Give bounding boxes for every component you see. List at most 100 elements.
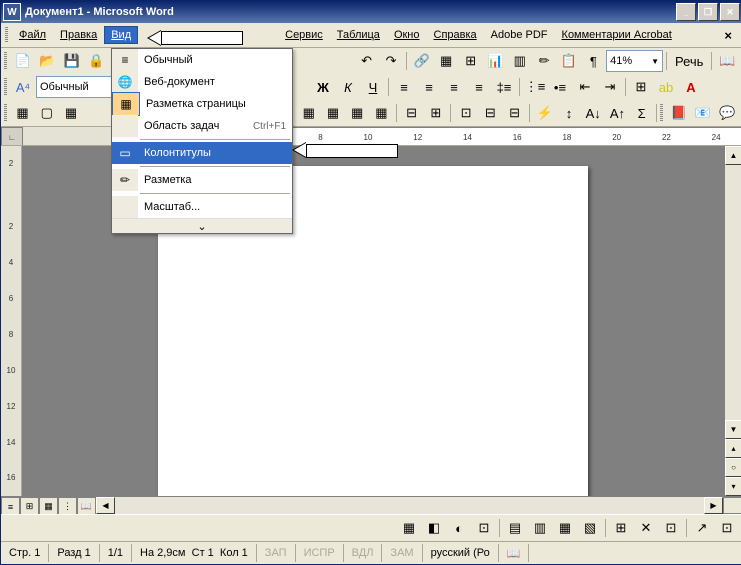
tool-icon[interactable]: ▦ xyxy=(397,516,421,540)
menu-table[interactable]: Таблица xyxy=(330,26,387,44)
bold-icon[interactable]: Ж xyxy=(311,75,335,99)
vertical-ruler[interactable]: 2246810121416 xyxy=(1,146,22,496)
scroll-up-icon[interactable]: ▲ xyxy=(725,146,741,165)
autosum-icon[interactable]: Σ xyxy=(630,101,653,125)
tool-icon[interactable]: ▦ xyxy=(59,101,82,125)
tool-icon[interactable]: ▥ xyxy=(528,516,552,540)
new-doc-icon[interactable]: 📄 xyxy=(11,49,35,73)
table-icon[interactable]: ▦ xyxy=(370,101,393,125)
tool-icon[interactable]: ↗ xyxy=(690,516,714,540)
tool-icon[interactable]: ▧ xyxy=(578,516,602,540)
menuitem-taskpane[interactable]: Область задач Ctrl+F1 xyxy=(112,115,292,137)
styles-icon[interactable]: A⁴ xyxy=(11,75,35,99)
horizontal-scrollbar[interactable]: ◀ ▶ xyxy=(96,497,723,514)
highlight-icon[interactable]: ab xyxy=(654,75,678,99)
menu-view[interactable]: Вид xyxy=(104,26,138,44)
link-icon[interactable]: 🔗 xyxy=(410,49,434,73)
tables-borders-icon[interactable]: ▦ xyxy=(434,49,458,73)
docmap-icon[interactable]: 📋 xyxy=(557,49,581,73)
align-left-icon[interactable]: ≡ xyxy=(392,75,416,99)
tab-selector[interactable]: ∟ xyxy=(1,127,23,146)
showhide-icon[interactable]: ¶ xyxy=(582,49,606,73)
font-color-icon[interactable]: A xyxy=(679,75,703,99)
scroll-down-icon[interactable]: ▼ xyxy=(725,420,741,439)
resize-grip[interactable] xyxy=(723,497,741,514)
indent-icon[interactable]: ⇥ xyxy=(598,75,622,99)
tool-icon[interactable]: ▦ xyxy=(11,101,34,125)
autoformat-icon[interactable]: ⚡ xyxy=(533,101,556,125)
align-right-icon[interactable]: ≡ xyxy=(442,75,466,99)
status-ovr[interactable]: ЗАМ xyxy=(382,544,422,562)
line-spacing-icon[interactable]: ‡≡ xyxy=(492,75,516,99)
permission-icon[interactable]: 🔒 xyxy=(85,49,109,73)
tool-icon[interactable]: ⊡ xyxy=(659,516,683,540)
tool-icon[interactable]: ⊡ xyxy=(715,516,739,540)
status-rec[interactable]: ЗАП xyxy=(257,544,296,562)
speech-button[interactable]: Речь xyxy=(670,49,708,73)
numbering-icon[interactable]: ⋮≡ xyxy=(523,75,547,99)
tool-icon[interactable]: ▢ xyxy=(35,101,58,125)
table-icon[interactable]: ▦ xyxy=(346,101,369,125)
table-icon[interactable]: ▦ xyxy=(321,101,344,125)
menu-file[interactable]: Файл xyxy=(12,26,53,44)
tool-icon[interactable]: ◐ xyxy=(447,516,471,540)
browse-object-icon[interactable]: ○ xyxy=(725,458,741,477)
borders-icon[interactable]: ⊞ xyxy=(629,75,653,99)
tool-icon[interactable]: ◧ xyxy=(422,516,446,540)
menu-service[interactable]: Сервис xyxy=(278,26,330,44)
restore-button[interactable]: ❐ xyxy=(698,3,718,21)
italic-icon[interactable]: К xyxy=(336,75,360,99)
sort-desc-icon[interactable]: A↑ xyxy=(606,101,629,125)
sort-asc-icon[interactable]: A↓ xyxy=(582,101,605,125)
scroll-left-icon[interactable]: ◀ xyxy=(96,497,115,514)
menuitem-web[interactable]: 🌐 Веб-документ xyxy=(112,71,292,93)
merge-cells-icon[interactable]: ⊟ xyxy=(400,101,423,125)
distribute-rows-icon[interactable]: ⊟ xyxy=(479,101,502,125)
vertical-scrollbar[interactable]: ▲ ▼ ▴ ○ ▾ xyxy=(724,146,741,496)
status-trk[interactable]: ИСПР xyxy=(296,544,344,562)
tool-icon[interactable]: ▤ xyxy=(503,516,527,540)
scroll-track[interactable] xyxy=(115,497,704,514)
text-direction-icon[interactable]: ↕ xyxy=(557,101,580,125)
menu-expand-icon[interactable]: ⌄ xyxy=(112,218,292,233)
menuitem-pagelayout[interactable]: ▦ Разметка страницы xyxy=(112,93,292,115)
menuitem-normal[interactable]: ≡ Обычный xyxy=(112,49,292,71)
bullets-icon[interactable]: •≡ xyxy=(548,75,572,99)
tool-icon[interactable]: ✕ xyxy=(634,516,658,540)
excel-icon[interactable]: 📊 xyxy=(483,49,507,73)
save-icon[interactable]: 💾 xyxy=(60,49,84,73)
scroll-right-icon[interactable]: ▶ xyxy=(704,497,723,514)
menuitem-headers-footers[interactable]: ▭ Колонтитулы xyxy=(112,142,292,164)
menu-window[interactable]: Окно xyxy=(387,26,427,44)
pdf-icon[interactable]: 💬 xyxy=(716,101,739,125)
tool-icon[interactable]: ⊡ xyxy=(472,516,496,540)
menu-acrobat[interactable]: Комментарии Acrobat xyxy=(555,26,679,44)
drawing-icon[interactable]: ✏ xyxy=(532,49,556,73)
menu-adobe[interactable]: Adobe PDF xyxy=(484,26,555,44)
read-icon[interactable]: 📖 xyxy=(715,49,739,73)
menu-edit[interactable]: Правка xyxy=(53,26,104,44)
zoom-combo[interactable]: 41%▼ xyxy=(606,50,663,72)
menuitem-zoom[interactable]: Масштаб... xyxy=(112,196,292,218)
open-icon[interactable]: 📂 xyxy=(35,49,59,73)
tool-icon[interactable]: ▦ xyxy=(553,516,577,540)
menu-help[interactable]: Справка xyxy=(427,26,484,44)
underline-icon[interactable]: Ч xyxy=(361,75,385,99)
scroll-track[interactable] xyxy=(725,165,741,420)
distribute-cols-icon[interactable]: ⊟ xyxy=(503,101,526,125)
tool-icon[interactable]: ⊞ xyxy=(609,516,633,540)
prev-page-icon[interactable]: ▴ xyxy=(725,439,741,458)
align-icon[interactable]: ⊡ xyxy=(454,101,477,125)
align-center-icon[interactable]: ≡ xyxy=(417,75,441,99)
menuitem-markup[interactable]: ✏ Разметка xyxy=(112,169,292,191)
status-ext[interactable]: ВДЛ xyxy=(344,544,383,562)
table-icon[interactable]: ▦ xyxy=(297,101,320,125)
insert-table-icon[interactable]: ⊞ xyxy=(459,49,483,73)
pdf-icon[interactable]: 📕 xyxy=(667,101,690,125)
outdent-icon[interactable]: ⇤ xyxy=(573,75,597,99)
minimize-button[interactable]: _ xyxy=(676,3,696,21)
justify-icon[interactable]: ≡ xyxy=(467,75,491,99)
undo-icon[interactable]: ↶ xyxy=(355,49,379,73)
next-page-icon[interactable]: ▾ xyxy=(725,477,741,496)
close-button[interactable]: ✕ xyxy=(720,3,740,21)
